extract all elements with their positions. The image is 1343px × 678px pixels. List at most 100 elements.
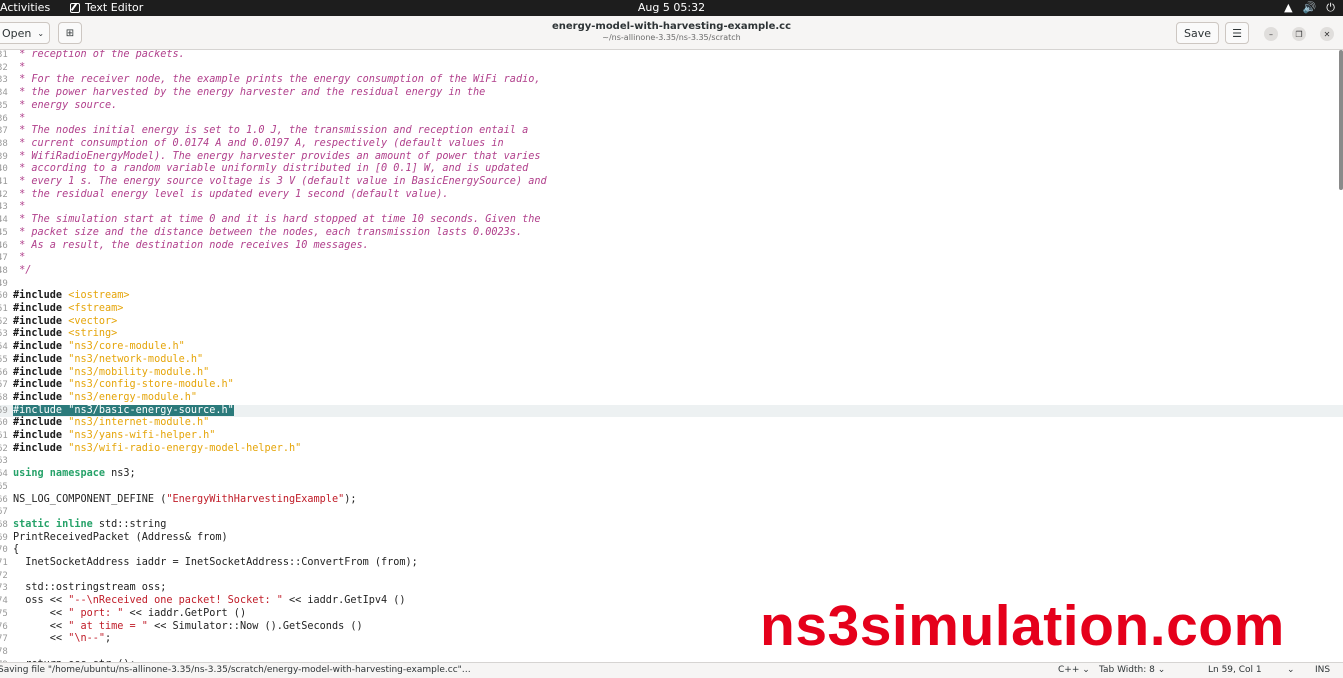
code-line[interactable]: 44 * The simulation start at time 0 and … — [0, 214, 1343, 227]
code-line[interactable]: 59 #include "ns3/basic-energy-source.h" — [0, 404, 1343, 418]
code-line[interactable]: 33 * For the receiver node, the example … — [0, 74, 1343, 87]
clock[interactable]: Aug 5 05:32 — [0, 0, 1343, 15]
code-token: << — [13, 607, 69, 619]
line-code: #include "ns3/basic-energy-source.h" — [13, 404, 234, 418]
code-line[interactable]: 46 * As a result, the destination node r… — [0, 240, 1343, 253]
status-message: Saving file "/home/ubuntu/ns-allinone-3.… — [0, 665, 471, 675]
code-line[interactable]: 48 */ — [0, 265, 1343, 278]
power-icon[interactable]: ⏻ — [1326, 0, 1335, 15]
code-line[interactable]: 38 * current consumption of 0.0174 A and… — [0, 138, 1343, 151]
code-line[interactable]: 49 — [0, 278, 1343, 291]
code-line[interactable]: 55 #include "ns3/network-module.h" — [0, 354, 1343, 367]
close-button[interactable]: ✕ — [1320, 27, 1334, 41]
network-icon[interactable]: ▲ — [1284, 0, 1292, 15]
code-line[interactable]: 50 #include <iostream> — [0, 290, 1343, 303]
code-line[interactable]: 72 — [0, 570, 1343, 583]
minimize-button[interactable]: – — [1264, 27, 1278, 41]
code-line[interactable]: 57 #include "ns3/config-store-module.h" — [0, 379, 1343, 392]
code-token: #include — [13, 315, 69, 327]
chevron-down-icon[interactable]: ⌄ — [1287, 663, 1295, 678]
code-token: * WifiRadioEnergyModel). The energy harv… — [13, 150, 541, 162]
save-button[interactable]: Save — [1176, 22, 1219, 44]
code-token: "ns3/network-module.h" — [68, 353, 204, 365]
code-line[interactable]: 40 * according to a random variable unif… — [0, 163, 1343, 176]
code-line[interactable]: 58 #include "ns3/energy-module.h" — [0, 392, 1343, 405]
line-code: * WifiRadioEnergyModel). The energy harv… — [13, 151, 540, 164]
code-token: ; — [105, 633, 112, 645]
line-number: 44 — [0, 215, 8, 226]
code-line[interactable]: 31 * reception of the packets. — [0, 50, 1343, 62]
line-number: 74 — [0, 596, 8, 607]
code-line[interactable]: 36 * — [0, 113, 1343, 126]
code-line[interactable]: 52 #include <vector> — [0, 316, 1343, 329]
insert-mode[interactable]: INS — [1315, 663, 1330, 678]
code-line[interactable]: 39 * WifiRadioEnergyModel). The energy h… — [0, 151, 1343, 164]
code-line[interactable]: 45 * packet size and the distance betwee… — [0, 227, 1343, 240]
code-line[interactable]: 61 #include "ns3/yans-wifi-helper.h" — [0, 430, 1343, 443]
code-line[interactable]: 53 #include <string> — [0, 328, 1343, 341]
code-token: << iaddr.GetIpv4 () — [282, 595, 406, 607]
code-token: "--\nReceived one packet! Socket: " — [68, 595, 283, 607]
top-bar: Activities Text Editor Aug 5 05:32 ▲ 🔊 ⏻ — [0, 0, 1343, 16]
line-number: 58 — [0, 392, 8, 403]
main-menu-button[interactable]: ☰ — [1225, 22, 1249, 44]
code-line[interactable]: 35 * energy source. — [0, 100, 1343, 113]
language-selector[interactable]: C++ ⌄ — [1058, 663, 1090, 678]
code-token: "ns3/yans-wifi-helper.h" — [68, 430, 216, 441]
code-token: #include — [13, 442, 69, 454]
line-number: 42 — [0, 189, 8, 200]
line-code: * the residual energy level is updated e… — [13, 189, 448, 202]
chevron-down-icon: ⌄ — [1082, 665, 1090, 675]
code-line[interactable]: 47 * — [0, 252, 1343, 265]
code-line[interactable]: 37 * The nodes initial energy is set to … — [0, 125, 1343, 138]
line-number: 50 — [0, 291, 8, 302]
code-line[interactable]: 71 InetSocketAddress iaddr = InetSocketA… — [0, 557, 1343, 570]
code-token: * — [13, 252, 26, 264]
line-code: */ — [13, 265, 31, 278]
code-token: "ns3/config-store-module.h" — [68, 379, 234, 391]
code-line[interactable]: 32 * — [0, 62, 1343, 75]
code-line[interactable]: 42 * the residual energy level is update… — [0, 189, 1343, 202]
line-code: * every 1 s. The energy source voltage i… — [13, 176, 546, 189]
line-number: 67 — [0, 507, 8, 518]
system-tray[interactable]: ▲ 🔊 ⏻ — [1284, 0, 1335, 15]
code-line[interactable]: 67 — [0, 506, 1343, 519]
line-number: 43 — [0, 202, 8, 213]
code-line[interactable]: 62 #include "ns3/wifi-radio-energy-model-… — [0, 443, 1343, 456]
code-token: ); — [344, 493, 357, 505]
code-token: <iostream> — [68, 290, 130, 302]
code-editor[interactable]: 31 * reception of the packets.32 *33 * F… — [0, 50, 1343, 662]
tab-width-selector[interactable]: Tab Width: 8 ⌄ — [1099, 663, 1165, 678]
code-line[interactable]: 34 * the power harvested by the energy h… — [0, 87, 1343, 100]
code-line[interactable]: 69 PrintReceivedPacket (Address& from) — [0, 532, 1343, 545]
vertical-scrollbar[interactable] — [1339, 50, 1343, 190]
code-token: "ns3/internet-module.h" — [68, 417, 210, 429]
code-line[interactable]: 64 using namespace ns3; — [0, 468, 1343, 481]
code-token: "ns3/core-module.h" — [68, 341, 185, 353]
volume-icon[interactable]: 🔊 — [1303, 0, 1317, 15]
code-line[interactable]: 63 — [0, 455, 1343, 468]
maximize-button[interactable]: ❐ — [1292, 27, 1306, 41]
code-token: #include — [13, 328, 69, 340]
code-line[interactable]: 54 #include "ns3/core-module.h" — [0, 341, 1343, 354]
code-line[interactable]: 43 * — [0, 201, 1343, 214]
code-token: std::string — [92, 518, 167, 530]
code-line[interactable]: 51 #include <fstream> — [0, 303, 1343, 316]
code-line[interactable]: 60 #include "ns3/internet-module.h" — [0, 417, 1343, 430]
code-token: "ns3/wifi-radio-energy-model-helper.h" — [68, 442, 302, 454]
code-line[interactable]: 70 { — [0, 544, 1343, 557]
code-line[interactable]: 41 * every 1 s. The energy source voltag… — [0, 176, 1343, 189]
chevron-down-icon: ⌄ — [1157, 665, 1166, 675]
line-number: 47 — [0, 253, 8, 264]
code-line[interactable]: 68 static inline std::string — [0, 519, 1343, 532]
cursor-position[interactable]: Ln 59, Col 1 — [1208, 663, 1262, 678]
code-token: * The simulation start at time 0 and it … — [13, 214, 541, 226]
code-token: */ — [13, 264, 32, 276]
line-number: 52 — [0, 316, 8, 327]
code-line[interactable]: 65 — [0, 481, 1343, 494]
code-line[interactable]: 66 NS_LOG_COMPONENT_DEFINE ("EnergyWithHa… — [0, 494, 1343, 507]
code-line[interactable]: 56 #include "ns3/mobility-module.h" — [0, 367, 1343, 380]
line-number: 70 — [0, 545, 8, 556]
line-number: 66 — [0, 494, 8, 505]
line-number: 34 — [0, 88, 8, 99]
